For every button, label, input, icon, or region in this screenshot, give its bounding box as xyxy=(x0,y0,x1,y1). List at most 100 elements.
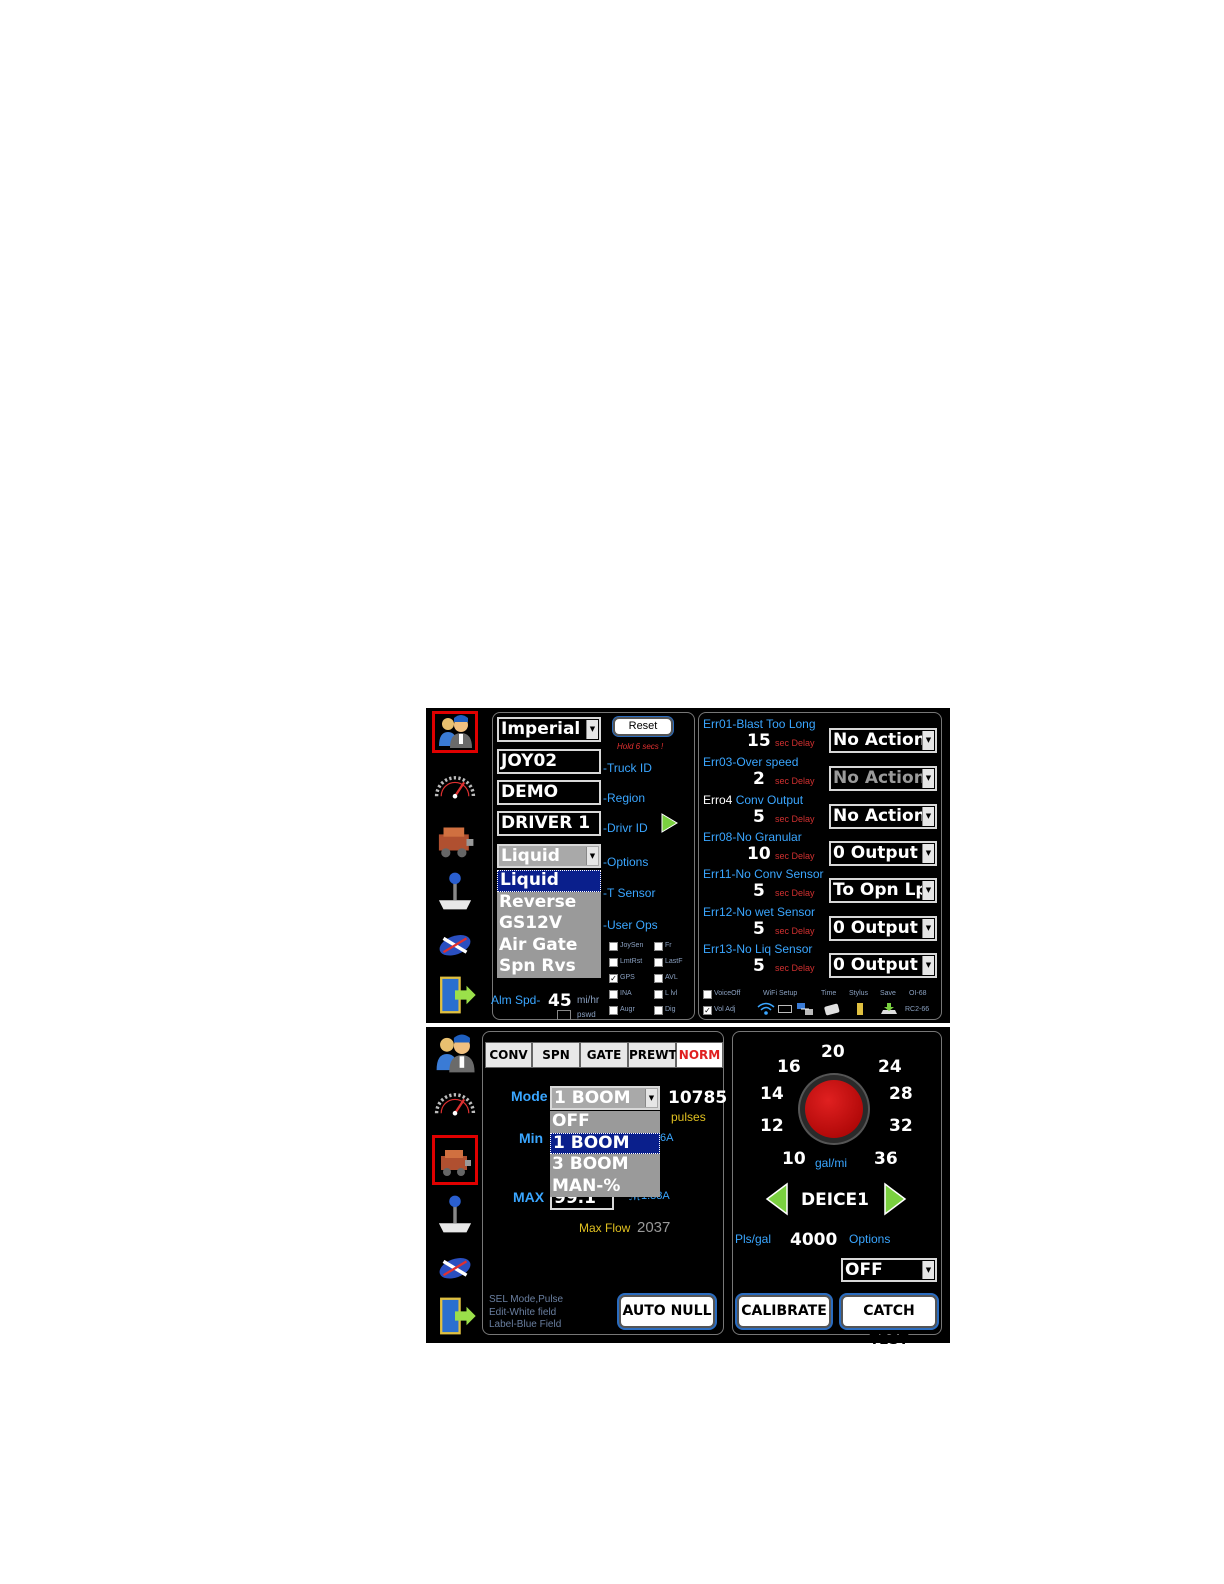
options-select[interactable]: Liquid ▼ xyxy=(497,844,601,868)
feature-checkbox-label: GPS xyxy=(620,974,635,981)
next-arrow-icon[interactable] xyxy=(883,1182,907,1216)
feature-checkbox[interactable] xyxy=(609,1006,618,1015)
error-delay-value[interactable]: 5 xyxy=(753,919,765,939)
chevron-down-icon: ▼ xyxy=(586,720,598,739)
dropdown-option[interactable]: GS12V xyxy=(497,913,601,935)
wifi-icon[interactable] xyxy=(757,1002,775,1016)
user-settings-icon[interactable] xyxy=(432,711,478,753)
feature-checkbox[interactable] xyxy=(654,974,663,983)
pulses-value[interactable]: 10785 xyxy=(668,1088,727,1108)
tab-prewt[interactable]: PREWT xyxy=(628,1042,677,1068)
error-delay-value[interactable]: 5 xyxy=(753,956,765,976)
mode-label: Mode xyxy=(511,1088,548,1104)
vol-adj-checkbox[interactable]: ✓ xyxy=(703,1006,712,1015)
user-settings-icon[interactable] xyxy=(432,1033,478,1075)
mode-dropdown[interactable]: OFF 1 BOOM 3 BOOM MAN-% xyxy=(550,1111,660,1197)
tab-gate[interactable]: GATE xyxy=(580,1042,628,1068)
pls-gal-value[interactable]: 4000 xyxy=(790,1230,837,1250)
dial-number: 14 xyxy=(760,1084,784,1104)
stylus-icon[interactable] xyxy=(855,1002,865,1016)
truck-id-label: -Truck ID xyxy=(603,761,652,775)
error-action-select[interactable]: No Action ▼ xyxy=(829,804,937,829)
next-arrow-icon[interactable] xyxy=(659,813,679,833)
feature-checkbox[interactable] xyxy=(654,942,663,951)
auto-null-button[interactable]: AUTO NULL xyxy=(619,1295,715,1328)
feature-checkbox[interactable] xyxy=(654,990,663,999)
alarm-speed-unit: mi/hr xyxy=(577,995,600,1006)
dropdown-option[interactable]: Air Gate xyxy=(497,935,601,957)
dropdown-option[interactable]: Liquid xyxy=(497,870,601,892)
options-dropdown[interactable]: Liquid Reverse GS12V Air Gate Spn Rvs xyxy=(497,870,601,978)
options-label: -Options xyxy=(603,855,649,869)
error-label-text: Err03-Over speed xyxy=(703,755,799,769)
feature-checkbox[interactable] xyxy=(609,958,618,967)
error-delay-value[interactable]: 5 xyxy=(753,881,765,901)
feature-checkbox[interactable] xyxy=(654,958,663,967)
network-icon[interactable] xyxy=(795,1001,815,1017)
units-select[interactable]: Imperial ▼ xyxy=(497,717,601,742)
error-delay-value[interactable]: 2 xyxy=(753,769,765,789)
pulses-label: pulses xyxy=(671,1110,706,1124)
tab-norm[interactable]: NORM xyxy=(676,1042,723,1068)
spreader-icon[interactable] xyxy=(432,1135,478,1185)
clock-icon[interactable] xyxy=(823,1002,841,1016)
region-field[interactable]: DEMO xyxy=(497,780,601,805)
dropdown-option[interactable]: OFF xyxy=(550,1111,660,1133)
save-icon[interactable] xyxy=(879,1002,899,1016)
error-row: Err11-No Conv Sensor 5 sec Delay To Opn Lp ▼ xyxy=(699,867,943,903)
error-delay-value[interactable]: 15 xyxy=(747,731,771,751)
feature-checkbox[interactable] xyxy=(654,1006,663,1015)
exit-icon[interactable] xyxy=(432,974,478,1016)
alarm-speed-value[interactable]: 45 xyxy=(548,991,572,1011)
reset-button[interactable]: Reset xyxy=(613,717,673,736)
error-action-select[interactable]: To Opn Lp ▼ xyxy=(829,878,937,903)
reset-hint: Hold 6 secs ! xyxy=(617,742,664,751)
error-action-select[interactable]: 0 Output ▼ xyxy=(829,953,937,978)
flag-icon[interactable] xyxy=(432,922,478,964)
options-select[interactable]: OFF ▼ xyxy=(841,1258,937,1282)
dropdown-option[interactable]: MAN-% xyxy=(550,1176,660,1198)
previous-arrow-icon[interactable] xyxy=(765,1182,789,1216)
exit-icon[interactable] xyxy=(432,1295,478,1337)
options-label: Options xyxy=(849,1232,891,1246)
speedometer-icon[interactable] xyxy=(432,766,478,808)
dropdown-option[interactable]: 1 BOOM xyxy=(550,1132,660,1154)
error-action-select[interactable]: No Action ▼ xyxy=(829,766,937,791)
rate-unit: gal/mi xyxy=(815,1156,848,1170)
feature-checkbox[interactable] xyxy=(609,990,618,999)
dropdown-option[interactable]: Reverse xyxy=(497,892,601,914)
feature-checkbox[interactable]: ✓ xyxy=(609,974,618,983)
flag-icon[interactable] xyxy=(432,1245,478,1287)
speedometer-icon[interactable] xyxy=(432,1083,478,1125)
tab-conv[interactable]: CONV xyxy=(485,1042,532,1068)
error-row: Err13-No Liq Sensor 5 sec Delay 0 Output ▼ xyxy=(699,942,943,978)
error-delay-label: sec Delay xyxy=(775,814,815,824)
joystick-icon[interactable] xyxy=(432,870,478,912)
error-label: Err01-Blast Too Long xyxy=(703,717,816,731)
driver-id-field[interactable]: DRIVER 1 xyxy=(497,811,601,836)
keyboard-icon[interactable] xyxy=(557,1010,571,1020)
spreader-icon[interactable] xyxy=(432,818,478,860)
dial-number: 32 xyxy=(889,1116,913,1136)
error-action-select[interactable]: 0 Output ▼ xyxy=(829,841,937,866)
joystick-icon[interactable] xyxy=(432,1193,478,1235)
boom-settings-panel: CONV SPN GATE PREWT NORM Mode 1 BOOM ▼ 10… xyxy=(482,1031,727,1335)
tab-spn[interactable]: SPN xyxy=(532,1042,580,1068)
error-action-select[interactable]: No Action ▼ xyxy=(829,728,937,753)
dropdown-option[interactable]: Spn Rvs xyxy=(497,956,601,978)
feature-checkbox[interactable] xyxy=(609,942,618,951)
rate-knob[interactable] xyxy=(800,1075,868,1143)
error-delay-value[interactable]: 5 xyxy=(753,807,765,827)
error-label-text: Conv Output xyxy=(735,793,804,807)
error-action-select[interactable]: 0 Output ▼ xyxy=(829,916,937,941)
chevron-down-icon: ▼ xyxy=(922,956,934,975)
time-label: Time xyxy=(821,990,837,997)
catch-test-button[interactable]: CATCH TEST xyxy=(841,1295,937,1348)
voice-off-checkbox[interactable] xyxy=(703,990,712,999)
truck-id-field[interactable]: JOY02 xyxy=(497,749,601,774)
keyboard-icon[interactable] xyxy=(778,1005,792,1013)
error-delay-value[interactable]: 10 xyxy=(747,844,771,864)
mode-select[interactable]: 1 BOOM ▼ xyxy=(550,1086,660,1110)
dropdown-option[interactable]: 3 BOOM xyxy=(550,1154,660,1176)
calibrate-button[interactable]: CALIBRATE xyxy=(737,1295,831,1328)
